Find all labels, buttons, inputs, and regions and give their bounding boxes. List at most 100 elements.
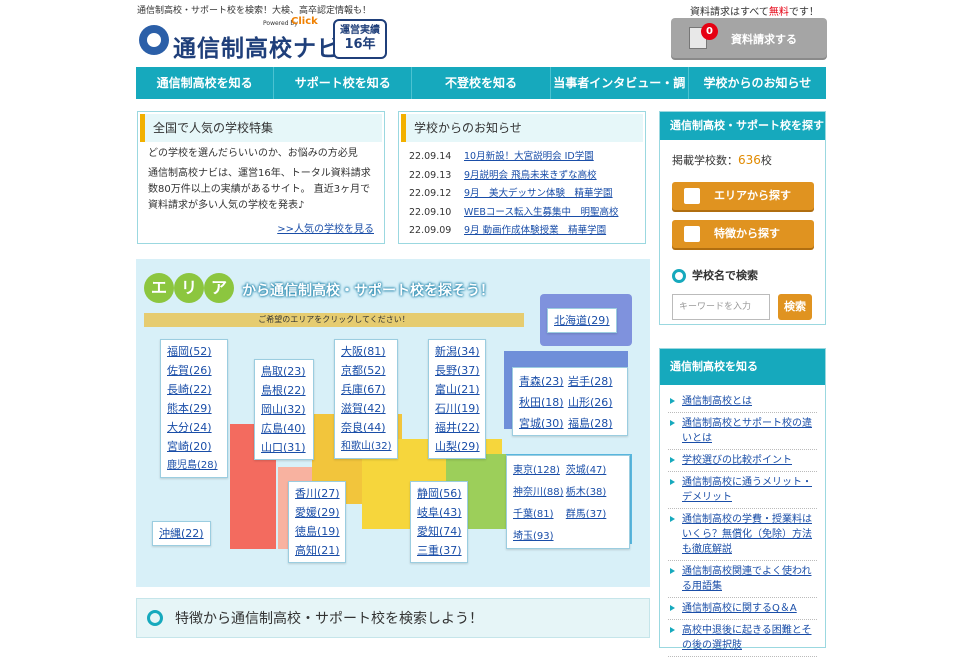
pref-link[interactable]: 愛媛(29)	[295, 503, 340, 522]
area-btn-label: エリアから探す	[714, 189, 791, 202]
pref-link[interactable]: 岐阜(43)	[417, 503, 462, 522]
know-list: 通信制高校とは 通信制高校とサポート校の違いとは 学校選びの比較ポイント 通信制…	[660, 385, 825, 663]
nav-interview[interactable]: 当事者インタビュー・調査	[551, 67, 689, 122]
pref-link[interactable]: 和歌山(32)	[341, 437, 392, 456]
pref-link[interactable]: 福島(28)	[568, 414, 617, 433]
site-logo[interactable]: 通信制高校ナビ Powered by Click 運営実績 16年	[137, 13, 397, 63]
pref-link[interactable]: 茨城(47)	[566, 461, 619, 480]
pref-link[interactable]: 神奈川(88)	[513, 483, 566, 502]
pref-link[interactable]: 宮崎(20)	[167, 437, 221, 456]
pref-link[interactable]: 福岡(52)	[167, 342, 221, 361]
pref-link[interactable]: 宮城(30)	[519, 414, 568, 433]
region-tohoku: 青森(23) 岩手(28) 秋田(18) 山形(26) 宮城(30) 福島(28)	[512, 367, 628, 436]
know-link[interactable]: 通信制高校関連でよく使われる用語集	[668, 561, 817, 598]
news-link[interactable]: 9月 動画作成体験授業 精華学園	[464, 225, 606, 236]
pref-link[interactable]: 大阪(81)	[341, 342, 391, 361]
area-map: エ リ ア から通信制高校・サポート校を探そう！ ご希望のエリアをクリックしてく…	[136, 259, 650, 587]
pref-link[interactable]: 石川(19)	[435, 399, 480, 418]
side-search-title: 通信制高校・サポート校を探す	[660, 112, 825, 140]
popular-title: 全国で人気の学校特集	[140, 114, 382, 142]
nav-support[interactable]: サポート校を知る	[274, 67, 413, 99]
map-title-text: から通信制高校・サポート校を探そう！	[242, 283, 494, 299]
pref-link[interactable]: 長崎(22)	[167, 380, 221, 399]
eria-char: エ	[144, 273, 174, 303]
pref-link[interactable]: 兵庫(67)	[341, 380, 391, 399]
eria-char: リ	[174, 273, 204, 303]
logo-mascot-icon	[139, 25, 169, 55]
pref-link[interactable]: 三重(37)	[417, 541, 462, 560]
pref-link[interactable]: 新潟(34)	[435, 342, 480, 361]
pref-link[interactable]: 岩手(28)	[568, 372, 617, 391]
pref-link[interactable]: 青森(23)	[519, 372, 568, 391]
pref-link[interactable]: 群馬(37)	[566, 505, 619, 524]
know-link[interactable]: 高校中退後に起きる困難とその後の選択肢	[668, 620, 817, 657]
pref-link[interactable]: 東京(128)	[513, 461, 566, 480]
know-link[interactable]: 学校選びの比較ポイント	[668, 450, 817, 472]
pref-link[interactable]: 沖縄(22)	[159, 524, 204, 543]
area-search-button[interactable]: エリアから探す	[672, 182, 814, 210]
news-date: 22.09.14	[409, 151, 452, 162]
pref-link[interactable]: 奈良(44)	[341, 418, 391, 437]
popular-line2: 通信制高校ナビは、運営16年、トータル資料請求数80万件以上の実績があるサイト。…	[148, 168, 371, 211]
feature-search-button[interactable]: 特徴から探す	[672, 220, 814, 248]
map-instruction: ご希望のエリアをクリックしてください！	[144, 313, 524, 327]
pref-link[interactable]: 滋賀(42)	[341, 399, 391, 418]
brand-logo: Click	[291, 16, 318, 27]
pref-link[interactable]: 長野(37)	[435, 361, 480, 380]
nav-tsushin[interactable]: 通信制高校を知る	[136, 67, 275, 99]
know-link[interactable]: 通信制高校とサポート校の違いとは	[668, 413, 817, 450]
badge-line2: 16年	[344, 37, 376, 52]
feature-search-text: 特徴から通信制高校・サポート校を検索しよう！	[175, 611, 483, 627]
pref-link[interactable]: 大分(24)	[167, 418, 221, 437]
pref-link[interactable]: 千葉(81)	[513, 505, 566, 524]
popular-line1: どの学校を選んだらいいのか、お悩みの方必見	[148, 148, 358, 159]
know-link[interactable]: 通信制高校の学費・授業料はいくら？無償化（免除）方法も徹底解説	[668, 509, 817, 561]
request-docs-button[interactable]: 0 資料請求する	[671, 18, 827, 58]
nav-school-news[interactable]: 学校からのお知らせ	[689, 67, 826, 99]
pref-link[interactable]: 山口(31)	[261, 438, 307, 457]
name-search-heading: 学校名で検索	[672, 267, 758, 283]
pref-link[interactable]: 愛知(74)	[417, 522, 462, 541]
pref-link[interactable]: 山梨(29)	[435, 437, 480, 456]
pref-link[interactable]: 高知(21)	[295, 541, 340, 560]
pref-link[interactable]: 栃木(38)	[566, 483, 619, 502]
pref-link[interactable]: 北海道(29)	[554, 311, 610, 330]
know-link[interactable]: 通信制高校とは	[668, 391, 817, 413]
free-note-suffix: です！	[788, 7, 819, 18]
global-nav: 通信制高校を知る サポート校を知る 不登校を知る 当事者インタビュー・調査 学校…	[136, 67, 826, 122]
keyword-input[interactable]: キーワードを入力	[672, 294, 770, 320]
map-title: エ リ ア から通信制高校・サポート校を探そう！	[144, 267, 544, 313]
pref-link[interactable]: 埼玉(93)	[513, 527, 566, 546]
pref-link[interactable]: 京都(52)	[341, 361, 391, 380]
news-item: 22.09.14 10月新設！大宮説明会 ID学園	[409, 148, 635, 167]
know-link[interactable]: 通信制高校に通うメリット・デメリット	[668, 472, 817, 509]
pref-link[interactable]: 秋田(18)	[519, 393, 568, 412]
search-button[interactable]: 検索	[778, 294, 812, 320]
pref-link[interactable]: 島根(22)	[261, 381, 307, 400]
know-link[interactable]: 通信制高校に関するQ＆A	[668, 598, 817, 620]
name-search-label: 学校名で検索	[692, 269, 758, 282]
pref-link[interactable]: 鹿児島(28)	[167, 456, 221, 475]
free-note-prefix: 資料請求はすべて	[690, 7, 769, 18]
side-know-box: 通信制高校を知る 通信制高校とは 通信制高校とサポート校の違いとは 学校選びの比…	[659, 348, 826, 657]
free-note: 資料請求はすべて無料です！	[690, 3, 819, 18]
pref-link[interactable]: 佐賀(26)	[167, 361, 221, 380]
pref-link[interactable]: 富山(21)	[435, 380, 480, 399]
pref-link[interactable]: 香川(27)	[295, 484, 340, 503]
pref-link[interactable]: 福井(22)	[435, 418, 480, 437]
news-link[interactable]: WEBコース転入生募集中 明聖高校	[464, 207, 618, 218]
school-news-box: 学校からのお知らせ 22.09.14 10月新設！大宮説明会 ID学園 22.09…	[398, 111, 646, 244]
pref-link[interactable]: 熊本(29)	[167, 399, 221, 418]
pref-link[interactable]: 徳島(19)	[295, 522, 340, 541]
popular-more-link[interactable]: >>人気の学校を見る	[277, 220, 374, 235]
news-link[interactable]: 9月説明会 飛鳥未来きずな高校	[464, 170, 597, 181]
news-link[interactable]: 10月新設！大宮説明会 ID学園	[464, 151, 594, 162]
pref-link[interactable]: 広島(40)	[261, 419, 307, 438]
feature-search-bar[interactable]: 特徴から通信制高校・サポート校を検索しよう！	[136, 598, 650, 638]
pref-link[interactable]: 岡山(32)	[261, 400, 307, 419]
news-link[interactable]: 9月 美大デッサン体験 精華学園	[464, 188, 613, 199]
pref-link[interactable]: 静岡(56)	[417, 484, 462, 503]
pref-link[interactable]: 鳥取(23)	[261, 362, 307, 381]
nav-futoko[interactable]: 不登校を知る	[412, 67, 551, 99]
pref-link[interactable]: 山形(26)	[568, 393, 617, 412]
